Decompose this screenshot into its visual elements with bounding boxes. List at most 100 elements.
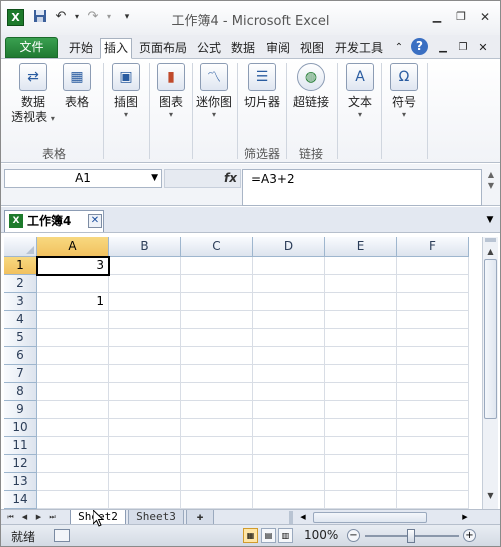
cell-C2[interactable]: [181, 275, 253, 293]
tab-page-layout[interactable]: 页面布局: [135, 39, 191, 59]
pivot-table-button[interactable]: ⇄ 数据 透视表 ▾: [9, 63, 57, 126]
first-sheet-icon[interactable]: ⏮: [5, 511, 16, 523]
row-header[interactable]: 10: [4, 419, 37, 437]
cell-C1[interactable]: [181, 257, 253, 275]
cell-E10[interactable]: [325, 419, 397, 437]
cell-A11[interactable]: [37, 437, 109, 455]
cell-F5[interactable]: [397, 329, 469, 347]
row-header[interactable]: 3: [4, 293, 37, 311]
scroll-left-icon[interactable]: ◀: [297, 511, 309, 524]
prev-sheet-icon[interactable]: ◀: [19, 511, 30, 523]
cell-D7[interactable]: [253, 365, 325, 383]
name-box[interactable]: A1 ▼: [4, 169, 162, 188]
workbook-tab[interactable]: X 工作簿4 ✕: [4, 210, 104, 232]
scroll-right-icon[interactable]: ▶: [459, 511, 471, 524]
ribbon-collapse-icon[interactable]: ⌃: [392, 39, 406, 59]
row-header[interactable]: 13: [4, 473, 37, 491]
cell-E11[interactable]: [325, 437, 397, 455]
split-box[interactable]: [289, 511, 293, 524]
page-layout-view-icon[interactable]: ▤: [261, 528, 276, 543]
column-header[interactable]: A: [37, 237, 109, 257]
text-button[interactable]: A 文本 ▾: [342, 63, 378, 119]
formula-expand-icon[interactable]: ▲ ▼: [484, 169, 498, 203]
scroll-up-icon[interactable]: ▲: [483, 245, 498, 259]
column-header[interactable]: D: [253, 237, 325, 257]
cell-B10[interactable]: [109, 419, 181, 437]
cell-E8[interactable]: [325, 383, 397, 401]
cell-B11[interactable]: [109, 437, 181, 455]
cell-B2[interactable]: [109, 275, 181, 293]
doc-minimize-icon[interactable]: ▁: [437, 39, 449, 59]
cell-D13[interactable]: [253, 473, 325, 491]
cell-E6[interactable]: [325, 347, 397, 365]
cell-A12[interactable]: [37, 455, 109, 473]
zoom-out-icon[interactable]: −: [347, 529, 360, 542]
cell-D14[interactable]: [253, 491, 325, 509]
cell-D11[interactable]: [253, 437, 325, 455]
cell-D4[interactable]: [253, 311, 325, 329]
row-header[interactable]: 11: [4, 437, 37, 455]
hyperlink-button[interactable]: ◍ 超链接: [290, 63, 332, 110]
cell-F7[interactable]: [397, 365, 469, 383]
cell-F9[interactable]: [397, 401, 469, 419]
macro-record-icon[interactable]: [54, 529, 70, 542]
cell-D12[interactable]: [253, 455, 325, 473]
cell-B14[interactable]: [109, 491, 181, 509]
cell-D1[interactable]: [253, 257, 325, 275]
sparklines-button[interactable]: 〽 迷你图 ▾: [194, 63, 234, 119]
cell-C14[interactable]: [181, 491, 253, 509]
cell-B1[interactable]: [109, 257, 181, 275]
cell-D8[interactable]: [253, 383, 325, 401]
worksheet-grid[interactable]: ABCDEF 1 3 2 3 1 4 5 6 7 8 9 10 11 12 13 14: [4, 237, 481, 509]
cell-C12[interactable]: [181, 455, 253, 473]
cell-B5[interactable]: [109, 329, 181, 347]
help-icon[interactable]: ?: [411, 38, 428, 55]
cell-C8[interactable]: [181, 383, 253, 401]
cell-F8[interactable]: [397, 383, 469, 401]
table-button[interactable]: ▦ 表格: [59, 63, 95, 110]
cell-E5[interactable]: [325, 329, 397, 347]
cell-C3[interactable]: [181, 293, 253, 311]
horizontal-scroll-thumb[interactable]: [313, 512, 427, 523]
row-header[interactable]: 2: [4, 275, 37, 293]
cell-C10[interactable]: [181, 419, 253, 437]
charts-button[interactable]: ▮ 图表 ▾: [152, 63, 190, 119]
next-sheet-icon[interactable]: ▶: [33, 511, 44, 523]
cell-D6[interactable]: [253, 347, 325, 365]
cell-A4[interactable]: [37, 311, 109, 329]
doc-close-icon[interactable]: ✕: [477, 39, 489, 59]
zoom-in-icon[interactable]: +: [463, 529, 476, 542]
row-header[interactable]: 4: [4, 311, 37, 329]
tab-file[interactable]: 文件: [5, 37, 58, 58]
close-icon[interactable]: ✕: [477, 10, 493, 24]
cell-E13[interactable]: [325, 473, 397, 491]
row-header[interactable]: 6: [4, 347, 37, 365]
chevron-down-icon[interactable]: ▼: [151, 170, 158, 187]
split-box[interactable]: [485, 238, 496, 242]
cell-F10[interactable]: [397, 419, 469, 437]
row-header[interactable]: 12: [4, 455, 37, 473]
tab-insert[interactable]: 插入: [100, 38, 132, 59]
row-header[interactable]: 8: [4, 383, 37, 401]
cell-A6[interactable]: [37, 347, 109, 365]
cell-E14[interactable]: [325, 491, 397, 509]
cell-B13[interactable]: [109, 473, 181, 491]
row-header[interactable]: 5: [4, 329, 37, 347]
cell-F14[interactable]: [397, 491, 469, 509]
horizontal-scrollbar[interactable]: ◀ ▶: [289, 511, 481, 524]
cell-A7[interactable]: [37, 365, 109, 383]
cell-F4[interactable]: [397, 311, 469, 329]
restore-icon[interactable]: ❐: [453, 10, 469, 24]
cell-C11[interactable]: [181, 437, 253, 455]
cell-B12[interactable]: [109, 455, 181, 473]
minimize-icon[interactable]: ▁: [429, 10, 445, 24]
sheet-tab-sheet3[interactable]: Sheet3: [128, 510, 184, 525]
zoom-slider-thumb[interactable]: [407, 529, 415, 543]
cell-F11[interactable]: [397, 437, 469, 455]
cell-F13[interactable]: [397, 473, 469, 491]
insert-function-icon[interactable]: fx: [224, 170, 237, 187]
illustrations-button[interactable]: ▣ 插图 ▾: [107, 63, 145, 119]
scroll-down-icon[interactable]: ▼: [483, 489, 498, 503]
cell-D9[interactable]: [253, 401, 325, 419]
cell-C4[interactable]: [181, 311, 253, 329]
